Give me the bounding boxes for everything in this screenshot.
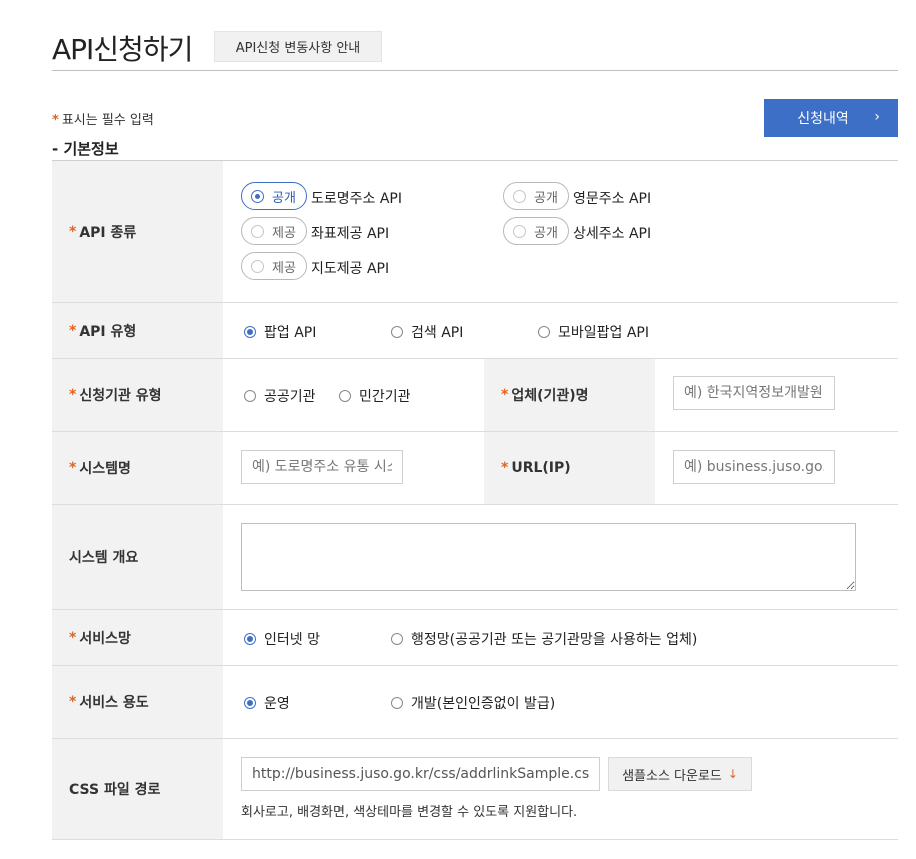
api-kind-option-coordinates[interactable]: 제공 — [241, 217, 307, 245]
url-input[interactable] — [673, 450, 835, 484]
radio-icon — [513, 189, 526, 203]
org-type-public-radio[interactable]: 공공기관 — [244, 386, 316, 406]
api-kind-option-label: 상세주소 API — [573, 226, 652, 242]
org-type-private-radio[interactable]: 민간기관 — [339, 386, 411, 406]
radio-icon — [391, 633, 403, 645]
chevron-right-icon: › — [874, 109, 880, 125]
label-api-type: * API 유형 — [52, 303, 223, 358]
radio-icon — [251, 224, 264, 238]
api-kind-option-map[interactable]: 제공 — [241, 252, 307, 280]
required-mark: * — [52, 113, 59, 128]
radio-icon — [244, 390, 256, 402]
sample-source-download-button[interactable]: 샘플소스 다운로드 ↓ — [608, 757, 752, 791]
css-path-helper-text: 회사로고, 배경화면, 색상테마를 변경할 수 있도록 지원합니다. — [241, 805, 578, 820]
api-kind-option-label: 좌표제공 API — [311, 226, 390, 242]
radio-icon — [251, 189, 264, 203]
api-kind-option-label: 영문주소 API — [573, 191, 652, 207]
radio-icon — [391, 326, 403, 338]
download-icon: ↓ — [727, 767, 738, 781]
history-button-label: 신청내역 — [797, 111, 849, 127]
api-type-search-radio[interactable]: 검색 API — [391, 322, 463, 342]
label-css-path: CSS 파일 경로 — [52, 739, 223, 839]
service-purpose-operation-radio[interactable]: 운영 — [244, 693, 290, 713]
section-title: - 기본정보 — [52, 140, 119, 158]
application-history-button[interactable]: 신청내역 › — [764, 99, 898, 137]
company-name-input[interactable] — [673, 376, 835, 410]
radio-icon — [251, 259, 264, 273]
label-service-network: * 서비스망 — [52, 610, 223, 665]
radio-icon — [339, 390, 351, 402]
row-system-overview: 시스템 개요 — [52, 505, 898, 610]
service-network-admin-radio[interactable]: 행정망(공공기관 또는 공기관망을 사용하는 업체) — [391, 629, 697, 649]
title-divider — [52, 70, 898, 71]
row-css-path: CSS 파일 경로 샘플소스 다운로드↓ 회사로고, 배경화면, 색상테마를 변… — [52, 739, 898, 840]
radio-icon — [391, 697, 403, 709]
basic-info-form: * API 종류 공개 도로명주소 API 공개 영문주소 API 제공 좌표제공… — [52, 160, 898, 840]
api-kind-option-road-address[interactable]: 공개 — [241, 182, 307, 210]
service-network-internet-radio[interactable]: 인터넷 망 — [244, 629, 320, 649]
api-kind-option-label: 도로명주소 API — [311, 191, 402, 207]
radio-icon — [538, 326, 550, 338]
label-system-name: * 시스템명 — [52, 432, 223, 504]
api-kind-option-english-address[interactable]: 공개 — [503, 182, 569, 210]
row-api-type: * API 유형 팝업 API 검색 API 모바일팝업 API — [52, 303, 898, 359]
label-org-type: * 신청기관 유형 — [52, 359, 223, 431]
api-type-mobile-popup-radio[interactable]: 모바일팝업 API — [538, 322, 649, 342]
api-change-notice-button[interactable]: API신청 변동사항 안내 — [214, 31, 382, 62]
api-kind-option-label: 지도제공 API — [311, 261, 390, 277]
row-org-type: * 신청기관 유형 공공기관 민간기관 * 업체(기관)명 — [52, 359, 898, 432]
label-system-overview: 시스템 개요 — [52, 505, 223, 609]
label-company-name: * 업체(기관)명 — [484, 359, 655, 431]
radio-icon — [244, 697, 256, 709]
system-name-input[interactable] — [241, 450, 403, 484]
label-api-kind: * API 종류 — [52, 161, 223, 302]
page-title: API신청하기 — [52, 33, 193, 66]
radio-icon — [244, 633, 256, 645]
radio-icon — [513, 224, 526, 238]
radio-icon — [244, 326, 256, 338]
api-kind-option-detail-address[interactable]: 공개 — [503, 217, 569, 245]
system-overview-textarea[interactable] — [241, 523, 856, 591]
label-url: * URL(IP) — [484, 432, 655, 504]
label-service-purpose: * 서비스 용도 — [52, 666, 223, 738]
row-api-kind: * API 종류 공개 도로명주소 API 공개 영문주소 API 제공 좌표제공… — [52, 161, 898, 303]
row-system: *시스템명 *URL(IP) — [52, 432, 898, 505]
api-type-popup-radio[interactable]: 팝업 API — [244, 322, 316, 342]
service-purpose-development-radio[interactable]: 개발(본인인증없이 발급) — [391, 693, 555, 713]
row-service-network: * 서비스망 인터넷 망 행정망(공공기관 또는 공기관망을 사용하는 업체) — [52, 610, 898, 666]
css-path-input[interactable] — [241, 757, 600, 791]
row-service-purpose: * 서비스 용도 운영 개발(본인인증없이 발급) — [52, 666, 898, 739]
required-note: * 표시는 필수 입력 — [52, 113, 154, 128]
